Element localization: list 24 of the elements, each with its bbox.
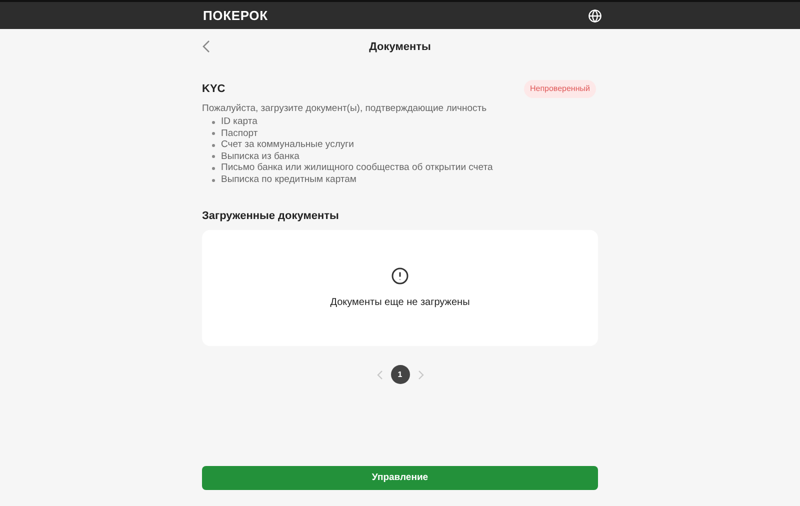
page-button[interactable]: 1 xyxy=(390,365,410,384)
bullet-icon xyxy=(212,120,215,124)
document-type: ID карта xyxy=(221,114,258,129)
globe-icon[interactable] xyxy=(588,8,602,22)
bullet-icon xyxy=(212,178,215,182)
document-type: Паспорт xyxy=(221,126,258,140)
page-title: Документы xyxy=(369,40,431,55)
bullet-icon xyxy=(212,144,215,147)
logo[interactable]: ПОКЕРОК xyxy=(203,6,268,26)
section-title: Загруженные документы xyxy=(202,208,340,224)
document-type: Счет за коммунальные услуги xyxy=(221,138,354,152)
document-type: Выписка из банка xyxy=(221,150,300,163)
instruction-text: Пожалуйста, загрузите документ(ы), подтверждающие личность xyxy=(202,102,488,116)
document-type: Выписка по кредитным картам xyxy=(221,172,356,187)
back-button[interactable] xyxy=(202,39,212,53)
bullet-icon xyxy=(212,132,215,136)
bullet-icon xyxy=(212,155,215,158)
section-title: KYC xyxy=(202,82,226,97)
bullet-icon xyxy=(212,166,215,170)
manage-button[interactable]: Управление xyxy=(202,466,598,490)
document-type: Письмо банка или жилищного сообщества об открытии счета xyxy=(221,161,493,176)
status-badge: Непроверенный xyxy=(524,80,596,98)
warning-icon xyxy=(391,266,409,285)
empty-message: Документы еще не загружены xyxy=(330,296,470,310)
